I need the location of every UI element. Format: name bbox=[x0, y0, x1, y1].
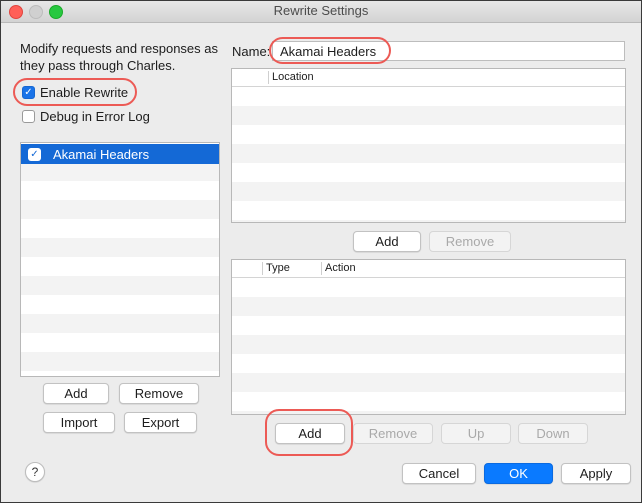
column-location[interactable]: Location bbox=[272, 70, 314, 85]
enable-rewrite-checkbox[interactable]: ✓ Enable Rewrite bbox=[22, 85, 128, 100]
add-location-button[interactable]: Add bbox=[353, 231, 421, 252]
help-button[interactable]: ? bbox=[25, 462, 45, 482]
column-divider bbox=[268, 71, 269, 84]
column-divider bbox=[321, 262, 322, 275]
rules-table[interactable]: Type Action bbox=[231, 259, 626, 415]
debug-error-log-label: Debug in Error Log bbox=[40, 109, 150, 124]
checkmark-icon[interactable]: ✓ bbox=[28, 147, 41, 161]
move-up-button[interactable]: Up bbox=[441, 423, 511, 444]
list-item[interactable]: ✓ Akamai Headers bbox=[21, 144, 219, 164]
name-field[interactable]: Akamai Headers bbox=[272, 41, 625, 61]
column-type[interactable]: Type bbox=[266, 261, 290, 276]
name-label: Name: bbox=[232, 44, 271, 59]
column-divider bbox=[262, 262, 263, 275]
import-button[interactable]: Import bbox=[43, 412, 115, 433]
intro-text: Modify requests and responses as they pa… bbox=[20, 41, 218, 73]
title-bar: Rewrite Settings bbox=[1, 1, 641, 23]
add-set-button[interactable]: Add bbox=[43, 383, 109, 404]
remove-location-button[interactable]: Remove bbox=[429, 231, 511, 252]
rewrite-settings-window: Rewrite Settings Modify requests and res… bbox=[0, 0, 642, 503]
remove-set-button[interactable]: Remove bbox=[119, 383, 199, 404]
checkmark-icon: ✓ bbox=[22, 86, 35, 99]
locations-table[interactable]: Location bbox=[231, 68, 626, 223]
help-icon: ? bbox=[31, 465, 39, 479]
rewrite-set-label: Akamai Headers bbox=[53, 146, 150, 162]
enable-rewrite-label: Enable Rewrite bbox=[40, 85, 129, 100]
locations-rows bbox=[232, 87, 625, 222]
apply-button[interactable]: Apply bbox=[561, 463, 631, 484]
checkbox-empty-icon bbox=[22, 110, 35, 123]
locations-table-header: Location bbox=[232, 69, 625, 87]
window-title: Rewrite Settings bbox=[273, 3, 369, 18]
export-button[interactable]: Export bbox=[124, 412, 197, 433]
rules-table-header: Type Action bbox=[232, 260, 625, 278]
remove-rule-button[interactable]: Remove bbox=[353, 423, 433, 444]
rules-rows bbox=[232, 278, 625, 414]
column-action[interactable]: Action bbox=[325, 261, 356, 276]
ok-button[interactable]: OK bbox=[484, 463, 553, 484]
debug-error-log-checkbox[interactable]: Debug in Error Log bbox=[22, 109, 150, 124]
move-down-button[interactable]: Down bbox=[518, 423, 588, 444]
rewrite-sets-list[interactable]: ✓ Akamai Headers bbox=[20, 142, 220, 377]
add-rule-button[interactable]: Add bbox=[275, 423, 345, 444]
cancel-button[interactable]: Cancel bbox=[402, 463, 476, 484]
